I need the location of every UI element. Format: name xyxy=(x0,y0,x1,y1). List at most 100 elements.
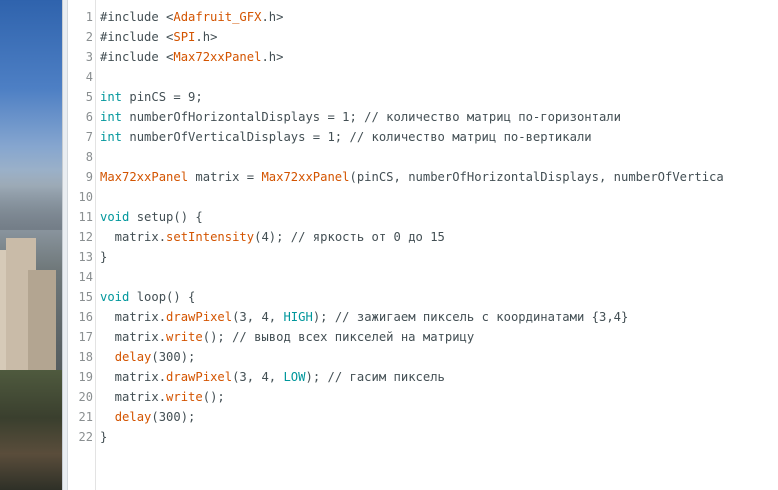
code-text: matrix.drawPixel(3, 4, HIGH); // зажигае… xyxy=(100,307,629,327)
code-token: write xyxy=(166,390,203,404)
code-editor[interactable]: 1 #include <Adafruit_GFX.h> 2 #include <SPI… xyxy=(68,0,778,490)
code-token: setup() { xyxy=(129,210,203,224)
code-line[interactable]: 10 xyxy=(68,187,778,207)
line-number: 2 xyxy=(85,30,93,44)
code-token: drawPixel xyxy=(166,370,233,384)
code-line[interactable]: 9 Max72xxPanel matrix = Max72xxPanel(pinC… xyxy=(68,167,778,187)
code-line[interactable]: 5 int pinCS = 9; xyxy=(68,87,778,107)
code-token: loop() { xyxy=(129,290,196,304)
code-line[interactable]: 16 matrix.drawPixel(3, 4, HIGH); // зажи… xyxy=(68,307,778,327)
code-text: void loop() { xyxy=(100,287,195,307)
code-token: matrix = xyxy=(188,170,262,184)
line-number: 9 xyxy=(85,170,93,184)
code-text: delay(300); xyxy=(100,407,196,427)
code-text: } xyxy=(100,427,107,447)
code-token: } xyxy=(100,430,108,444)
code-token: drawPixel xyxy=(166,310,233,324)
line-number: 8 xyxy=(85,150,93,164)
code-token: (3, 4, xyxy=(232,370,284,384)
code-line[interactable]: 12 matrix.setIntensity(4); // яркость от… xyxy=(68,227,778,247)
code-token: } xyxy=(100,250,108,264)
code-token: (300); xyxy=(151,410,196,424)
code-token: (); // вывод всех пикселей на матрицу xyxy=(202,330,475,344)
line-number: 20 xyxy=(78,390,93,404)
code-token: .h> xyxy=(261,50,284,64)
code-line[interactable]: 19 matrix.drawPixel(3, 4, LOW); // гасим… xyxy=(68,367,778,387)
code-text: #include <Adafruit_GFX.h> xyxy=(100,7,283,27)
code-token: numberOfVerticalDisplays = 1; // количес… xyxy=(122,130,592,144)
code-token: void xyxy=(100,210,130,224)
code-token: matrix. xyxy=(100,310,167,324)
line-number: 11 xyxy=(78,210,93,224)
code-line[interactable]: 13} xyxy=(68,247,778,267)
code-line[interactable]: 8 xyxy=(68,147,778,167)
code-token: matrix. xyxy=(100,390,167,404)
line-number: 18 xyxy=(78,350,93,364)
code-token: write xyxy=(166,330,203,344)
code-token: matrix. xyxy=(100,330,167,344)
code-text: matrix.write(); // вывод всех пикселей н… xyxy=(100,327,475,347)
code-line[interactable]: 15 void loop() { xyxy=(68,287,778,307)
wallpaper-hills xyxy=(0,170,62,230)
line-number: 10 xyxy=(78,190,93,204)
code-line[interactable]: 6 int numberOfHorizontalDisplays = 1; // … xyxy=(68,107,778,127)
code-line[interactable]: 18 delay(300); xyxy=(68,347,778,367)
code-token: #include < xyxy=(100,50,174,64)
code-token: ); // гасим пиксель xyxy=(305,370,445,384)
line-number: 4 xyxy=(85,70,93,84)
line-number: 6 xyxy=(85,110,93,124)
code-text: } xyxy=(100,247,107,267)
code-line[interactable]: 3 #include <Max72xxPanel.h> xyxy=(68,47,778,67)
wallpaper-trees xyxy=(0,370,62,490)
code-text: int pinCS = 9; xyxy=(100,87,203,107)
code-text: int numberOfHorizontalDisplays = 1; // к… xyxy=(100,107,621,127)
code-token: .h> xyxy=(261,10,284,24)
line-number: 22 xyxy=(78,430,93,444)
code-token: int xyxy=(100,130,123,144)
code-line[interactable]: 14 xyxy=(68,267,778,287)
line-number: 21 xyxy=(78,410,93,424)
code-token: (300); xyxy=(151,350,196,364)
code-token: int xyxy=(100,110,123,124)
code-line[interactable]: 2 #include <SPI.h> xyxy=(68,27,778,47)
line-number: 7 xyxy=(85,130,93,144)
wallpaper-building xyxy=(28,270,56,380)
code-text: Max72xxPanel matrix = Max72xxPanel(pinCS… xyxy=(100,167,724,187)
code-token: .h> xyxy=(195,30,218,44)
code-line[interactable]: 11 void setup() { xyxy=(68,207,778,227)
code-token: Adafruit_GFX xyxy=(173,10,262,24)
line-number: 1 xyxy=(85,10,93,24)
code-token: delay xyxy=(114,350,152,364)
code-token: Max72xxPanel xyxy=(173,50,262,64)
line-number: 16 xyxy=(78,310,93,324)
code-token: setIntensity xyxy=(166,230,255,244)
code-line[interactable]: 1 #include <Adafruit_GFX.h> xyxy=(68,7,778,27)
code-text: void setup() { xyxy=(100,207,203,227)
code-line[interactable]: 17 matrix.write(); // вывод всех пикселе… xyxy=(68,327,778,347)
line-number: 14 xyxy=(78,270,93,284)
code-line[interactable]: 22} xyxy=(68,427,778,447)
code-token: SPI xyxy=(173,30,196,44)
code-line[interactable]: 21 delay(300); xyxy=(68,407,778,427)
code-token: (pinCS, numberOfHorizontalDisplays, numb… xyxy=(349,170,724,184)
code-token: (4); // яркость от 0 до 15 xyxy=(254,230,445,244)
code-token: Max72xxPanel xyxy=(100,170,189,184)
code-token: pinCS = 9; xyxy=(122,90,203,104)
code-text: #include <SPI.h> xyxy=(100,27,217,47)
code-line[interactable]: 20 matrix.write(); xyxy=(68,387,778,407)
code-token: int xyxy=(100,90,123,104)
code-text: int numberOfVerticalDisplays = 1; // кол… xyxy=(100,127,592,147)
code-text: delay(300); xyxy=(100,347,196,367)
line-number: 15 xyxy=(78,290,93,304)
code-token: delay xyxy=(114,410,152,424)
code-line[interactable]: 7 int numberOfVerticalDisplays = 1; // ко… xyxy=(68,127,778,147)
code-token: void xyxy=(100,290,130,304)
code-token: Max72xxPanel xyxy=(261,170,350,184)
code-token: LOW xyxy=(283,370,306,384)
code-line[interactable]: 4 xyxy=(68,67,778,87)
code-token: matrix. xyxy=(100,230,167,244)
code-token: #include < xyxy=(100,10,174,24)
desktop-wallpaper xyxy=(0,0,62,490)
line-number: 19 xyxy=(78,370,93,384)
